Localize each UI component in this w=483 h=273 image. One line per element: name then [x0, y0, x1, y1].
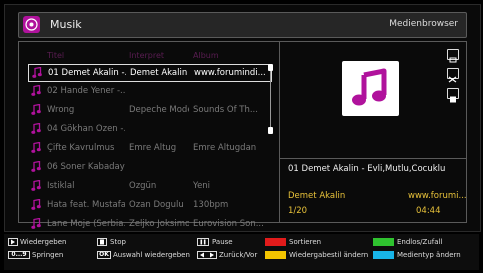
- play-label: Wiedergeben: [20, 238, 67, 246]
- scrollbar[interactable]: [268, 64, 273, 134]
- jump-label: Springen: [32, 251, 64, 259]
- track-title: 02 Hande Yener -...: [47, 86, 125, 96]
- loop-shuffle-label: Endlos/Zufall: [397, 238, 443, 246]
- track-row[interactable]: 06 Soner Kabadayi...: [28, 159, 272, 177]
- music-note-icon: [31, 198, 41, 211]
- scrollbar-track: [270, 71, 271, 127]
- footer-legend: Wiedergeben 0...9 Springen Stop OK Auswa…: [4, 234, 479, 270]
- now-playing-artist: Demet Akalin: [288, 191, 346, 201]
- yellow-key[interactable]: [265, 251, 286, 259]
- pause-label: Pause: [212, 238, 233, 246]
- music-app-icon: [23, 16, 40, 33]
- track-artist: Depeche Mode: [129, 105, 189, 115]
- music-note-icon: [31, 84, 41, 97]
- track-row[interactable]: Hata feat. Mustafa... Ozan Dogulu 130bpm: [28, 197, 272, 215]
- stop-label: Stop: [110, 238, 126, 246]
- track-album: Emre Altugdan: [193, 143, 257, 153]
- stop-icon: [100, 239, 104, 245]
- play-selection-label: Auswahl wiedergeben: [113, 251, 190, 259]
- track-album: 130bpm: [193, 200, 229, 210]
- pause-icon: [200, 239, 206, 245]
- track-title: Çifte Kavrulmus: [47, 143, 115, 153]
- stop-key[interactable]: [97, 238, 107, 246]
- screen-button[interactable]: [447, 49, 459, 63]
- ok-key[interactable]: OK: [97, 251, 111, 259]
- track-row[interactable]: Istiklal Özgün Yeni: [28, 178, 272, 196]
- column-header-artist: Interpret: [129, 51, 165, 60]
- sort-label: Sortieren: [289, 238, 322, 246]
- prev-next-label: Zurück/Vor: [219, 251, 258, 259]
- track-title: Hata feat. Mustafa...: [47, 200, 125, 210]
- play-key[interactable]: [8, 238, 18, 246]
- media-type-label: Medientyp ändern: [397, 251, 461, 259]
- browser-panel: Titel Interpret Album 01 Demet Akalin -.…: [18, 41, 467, 229]
- app-title: Musik: [50, 18, 82, 31]
- scrollbar-bottom-cap: [268, 127, 273, 134]
- track-row[interactable]: 02 Hande Yener -...: [28, 83, 272, 101]
- track-album: Eurovision Son...: [193, 219, 264, 229]
- track-time: 04:44: [416, 206, 441, 216]
- track-row[interactable]: Çifte Kavrulmus Emre Altug Emre Altugdan: [28, 140, 272, 158]
- shuffle-icon: [448, 76, 457, 83]
- track-album: Yeni: [193, 181, 211, 191]
- repeat-mode-label: Wiedergabestil ändern: [289, 251, 369, 259]
- music-note-icon: [31, 160, 41, 173]
- now-playing-album: www.forumi...: [408, 191, 467, 201]
- album-art: [342, 61, 399, 116]
- track-title: 04 Gökhan Özen -...: [47, 124, 125, 134]
- column-header-title: Titel: [47, 51, 65, 60]
- track-title: 06 Soner Kabadayi...: [47, 162, 125, 172]
- track-title: Lane Moje (Serbia...: [47, 219, 125, 229]
- prev-next-key[interactable]: [197, 251, 217, 259]
- stop-button[interactable]: [447, 88, 459, 103]
- track-row[interactable]: 04 Gökhan Özen -...: [28, 121, 272, 139]
- music-note-icon: [352, 68, 387, 106]
- track-artist: Emre Altug: [129, 143, 177, 153]
- green-key[interactable]: [373, 238, 394, 246]
- track-title: Istiklal: [47, 181, 75, 191]
- track-album: www.forumindi...: [194, 68, 266, 78]
- track-artist: Zeljko Joksimo...: [129, 219, 189, 229]
- music-note-icon: [31, 179, 41, 192]
- track-album: Sounds Of Th...: [193, 105, 258, 115]
- info-divider: [280, 158, 466, 159]
- pause-key[interactable]: [197, 238, 209, 246]
- track-title: Wrong: [47, 105, 75, 115]
- panel-divider: [279, 42, 280, 222]
- header-bar: Musik Medienbrowser: [18, 12, 467, 38]
- track-title: 01 Demet Akalin -...: [48, 68, 126, 78]
- music-note-icon: [31, 103, 41, 116]
- shuffle-button[interactable]: [447, 68, 459, 83]
- track-row[interactable]: Wrong Depeche Mode Sounds Of Th...: [28, 102, 272, 120]
- media-browser-label: Medienbrowser: [389, 19, 458, 29]
- stop-icon: [450, 96, 456, 103]
- track-artist: Özgün: [129, 181, 157, 191]
- jump-key[interactable]: 0...9: [8, 251, 30, 259]
- red-key[interactable]: [265, 238, 286, 246]
- prev-next-icon: [200, 252, 214, 258]
- music-note-icon: [32, 66, 42, 79]
- track-row[interactable]: 01 Demet Akalin -... Demet Akalin www.foru…: [28, 64, 272, 82]
- scrollbar-top-cap: [268, 64, 273, 71]
- music-note-icon: [31, 122, 41, 135]
- column-header-album: Album: [193, 51, 219, 60]
- music-note-icon: [31, 141, 41, 154]
- music-note-icon: [31, 217, 41, 230]
- track-position: 1/20: [288, 206, 308, 216]
- track-artist: Ozan Dogulu: [129, 200, 184, 210]
- blue-key[interactable]: [373, 251, 394, 259]
- play-icon: [11, 239, 15, 245]
- track-row[interactable]: Lane Moje (Serbia... Zeljko Joksimo... Eur…: [28, 216, 272, 234]
- track-artist: Demet Akalin: [130, 68, 188, 78]
- now-playing-title: 01 Demet Akalin - Evli,Mutlu,Cocuklu: [288, 164, 446, 174]
- screen-icon: [449, 57, 457, 63]
